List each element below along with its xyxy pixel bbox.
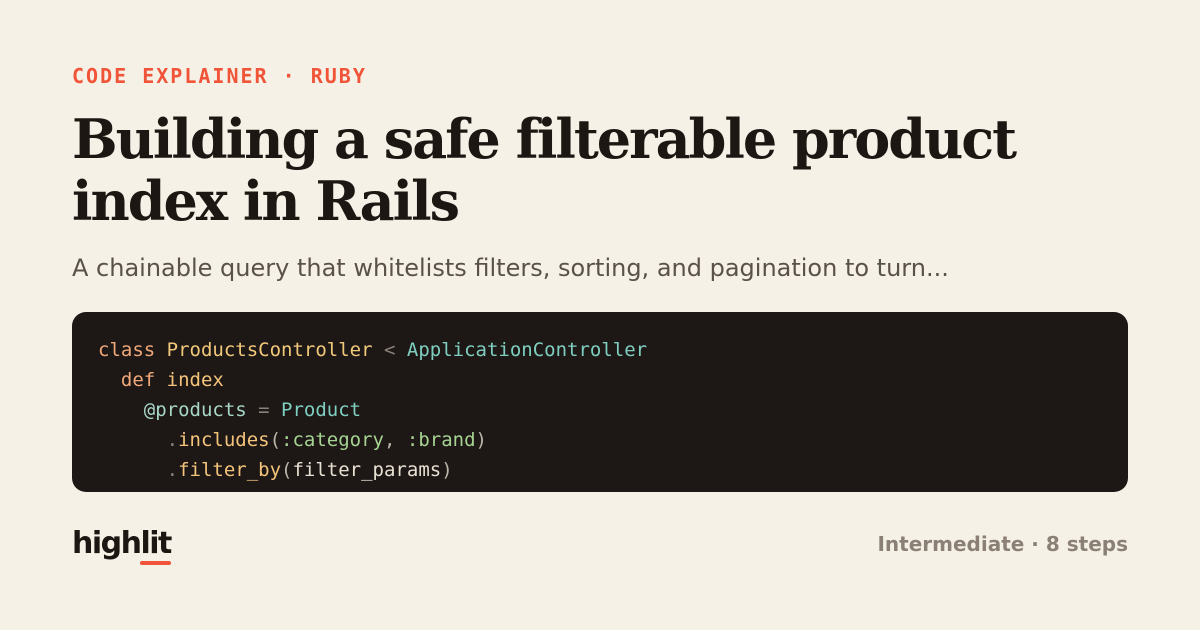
code-token: :brand bbox=[406, 429, 476, 451]
code-token: . bbox=[98, 489, 178, 492]
code-line: class ProductsController < ApplicationCo… bbox=[98, 335, 1108, 365]
brand-logo: highlit bbox=[72, 526, 172, 565]
code-lines: class ProductsController < ApplicationCo… bbox=[98, 335, 1108, 492]
code-token: class bbox=[98, 339, 156, 361]
code-token: . bbox=[98, 429, 179, 451]
code-token: sorted bbox=[178, 489, 247, 492]
code-token: params[:sort], params[:dir] bbox=[258, 489, 567, 492]
code-line: def index bbox=[98, 365, 1108, 395]
code-token: ( bbox=[281, 459, 293, 481]
code-token: index bbox=[166, 369, 224, 391]
brand-logo-lit-text: lit bbox=[140, 526, 172, 561]
brand-logo-text-high: high bbox=[72, 526, 142, 561]
code-token: ) bbox=[475, 429, 487, 451]
code-line: .includes(:category, :brand) bbox=[98, 425, 1108, 455]
code-token: , bbox=[384, 429, 407, 451]
code-token: includes bbox=[178, 429, 270, 451]
code-token: < bbox=[372, 339, 407, 361]
code-line: @products = Product bbox=[98, 395, 1108, 425]
code-token: = bbox=[246, 399, 282, 421]
code-token: ( bbox=[269, 429, 282, 451]
code-token: filter_by bbox=[178, 459, 282, 481]
page-subtitle: A chainable query that whitelists filter… bbox=[72, 254, 949, 282]
difficulty-steps-meta: Intermediate · 8 steps bbox=[877, 532, 1128, 556]
code-token: ) bbox=[441, 459, 453, 481]
code-token: ) bbox=[567, 489, 578, 492]
code-token: :category bbox=[281, 429, 384, 451]
code-token: ApplicationController bbox=[406, 339, 648, 361]
code-line: .sorted(params[:sort], params[:dir]) bbox=[98, 485, 1108, 492]
code-token: Product bbox=[281, 399, 362, 421]
code-token: . bbox=[98, 459, 179, 481]
brand-underline bbox=[140, 561, 171, 565]
page-title: Building a safe filterable product index… bbox=[72, 107, 1017, 233]
code-token: filter_params bbox=[292, 459, 442, 481]
code-line: .filter_by(filter_params) bbox=[98, 455, 1108, 485]
eyebrow-label: CODE EXPLAINER · RUBY bbox=[72, 64, 367, 88]
code-token: @products bbox=[98, 399, 247, 421]
code-snippet-card: class ProductsController < ApplicationCo… bbox=[72, 312, 1128, 492]
code-token: ( bbox=[247, 489, 258, 492]
code-token: ProductsController bbox=[166, 339, 373, 361]
brand-logo-text-lit: lit bbox=[140, 526, 172, 565]
code-token: def bbox=[98, 369, 156, 391]
